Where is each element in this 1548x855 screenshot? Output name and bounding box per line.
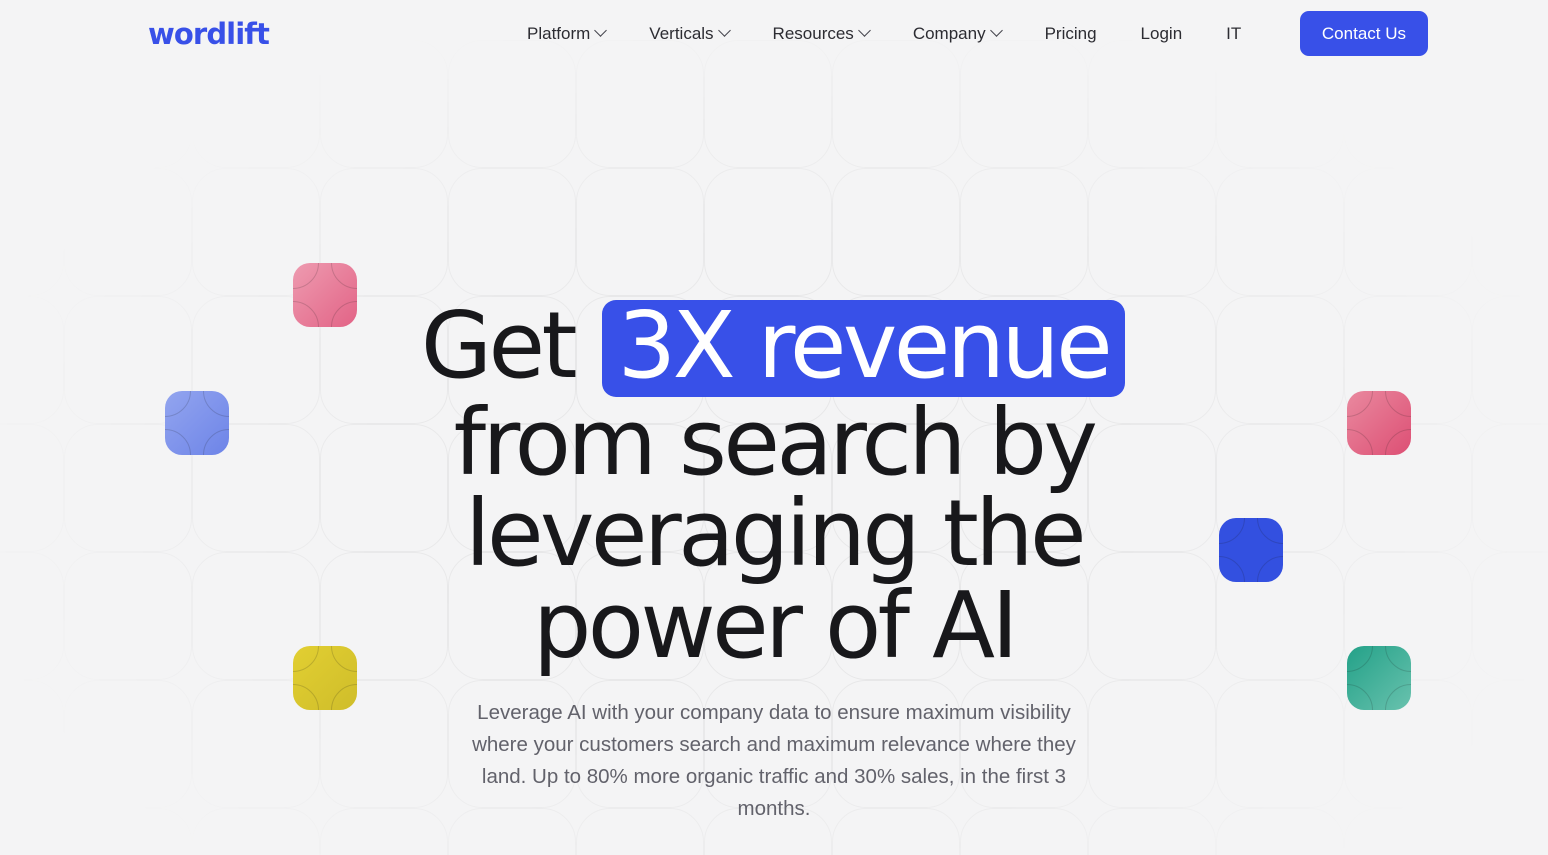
star-motif-icon <box>1347 391 1411 455</box>
grid-cell <box>1344 808 1472 855</box>
periwinkle-square <box>165 391 229 455</box>
grid-cell <box>1216 168 1344 296</box>
grid-cell <box>1472 424 1548 552</box>
page-root: wordlift Platform Verticals Resources Compa… <box>0 0 1548 855</box>
grid-cell <box>320 808 448 855</box>
grid-cell <box>1088 168 1216 296</box>
crimson-square <box>1347 391 1411 455</box>
contact-us-header-label: Contact Us <box>1321 23 1406 43</box>
grid-cell <box>576 168 704 296</box>
chevron-down-icon <box>989 24 1003 37</box>
page-title: Get 3X revenue from search by leveraging… <box>324 299 1224 671</box>
teal-square <box>1347 646 1411 710</box>
grid-cell <box>832 168 960 296</box>
star-motif-icon <box>1219 518 1283 582</box>
site-header: wordlift Platform Verticals Resources Compa… <box>0 0 1548 67</box>
grid-cell <box>1216 680 1344 808</box>
nav-item-label: Company <box>912 23 986 43</box>
grid-cell <box>1472 808 1548 855</box>
contact-us-header-button[interactable]: Contact Us <box>1299 11 1428 56</box>
nav-item-label: Verticals <box>649 23 714 43</box>
main-navigation: Platform Verticals Resources Company Pricing… <box>505 0 1263 67</box>
blue-square <box>1219 518 1283 582</box>
nav-item-label: IT <box>1226 23 1242 43</box>
chevron-down-icon <box>717 24 731 37</box>
grid-cell <box>1216 296 1344 424</box>
grid-cell <box>0 680 64 808</box>
nav-item-resources[interactable]: Resources <box>751 24 891 44</box>
grid-cell <box>0 168 64 296</box>
grid-cell <box>960 168 1088 296</box>
headline-part-2: from search by leveraging the power of A… <box>453 389 1098 679</box>
nav-item-pricing[interactable]: Pricing <box>1023 24 1119 44</box>
nav-item-label: Resources <box>772 23 854 43</box>
grid-cell <box>1472 296 1548 424</box>
hero-subheading: Leverage AI with your company data to en… <box>472 700 1076 821</box>
chevron-down-icon <box>857 24 871 37</box>
grid-cell <box>0 424 64 552</box>
chevron-down-icon <box>594 24 608 37</box>
grid-cell <box>0 808 64 855</box>
star-motif-icon <box>165 391 229 455</box>
nav-item-label: Login <box>1140 23 1183 43</box>
grid-cell <box>1472 552 1548 680</box>
headline-highlight: 3X revenue <box>601 299 1126 398</box>
nav-item-language-it[interactable]: IT <box>1204 24 1263 44</box>
nav-item-login[interactable]: Login <box>1119 24 1205 44</box>
headline-part-1: Get <box>420 292 600 399</box>
grid-cell <box>704 168 832 296</box>
grid-cell <box>64 552 192 680</box>
grid-cell <box>64 680 192 808</box>
hero-section: Get 3X revenue from search by leveraging… <box>0 0 1548 855</box>
grid-cell <box>0 552 64 680</box>
grid-cell <box>64 808 192 855</box>
grid-cell <box>1472 168 1548 296</box>
grid-cell <box>448 168 576 296</box>
nav-item-label: Platform <box>527 23 591 43</box>
nav-item-platform[interactable]: Platform <box>505 24 627 44</box>
grid-cell <box>0 296 64 424</box>
nav-item-company[interactable]: Company <box>891 24 1023 44</box>
grid-cell <box>64 168 192 296</box>
grid-cell <box>1472 680 1548 808</box>
grid-cell <box>1088 680 1216 808</box>
nav-item-label: Pricing <box>1044 23 1097 43</box>
star-motif-icon <box>1347 646 1411 710</box>
grid-cell <box>1216 808 1344 855</box>
grid-cell <box>192 808 320 855</box>
wordlift-logo[interactable]: wordlift <box>148 17 270 51</box>
grid-cell <box>1344 168 1472 296</box>
grid-cell <box>1088 808 1216 855</box>
nav-item-verticals[interactable]: Verticals <box>627 24 750 44</box>
